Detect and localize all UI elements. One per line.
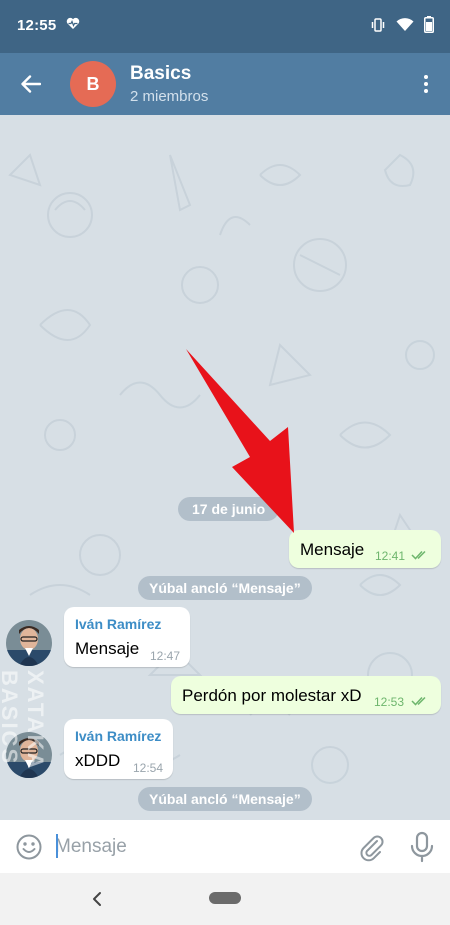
message-time: 12:53	[374, 695, 405, 709]
message-bubble-incoming[interactable]: Iván Ramírez Mensaje 12:47	[64, 607, 190, 667]
message-input[interactable]	[55, 830, 335, 863]
message-bubble-incoming[interactable]: Iván Ramírez xDDD 12:54	[64, 719, 173, 779]
text-caret	[56, 834, 58, 858]
service-message: Yúbal ancló “Mensaje”	[138, 787, 312, 811]
service-message: Yúbal ancló “Mensaje”	[138, 576, 312, 600]
chat-area[interactable]: 17 de junio Mensaje 12:41 Yúbal ancló “M…	[0, 115, 450, 820]
sender-name[interactable]: Iván Ramírez	[75, 728, 161, 744]
microphone-icon[interactable]	[407, 830, 437, 864]
message-bubble-outgoing[interactable]: Mensaje 12:41	[289, 530, 441, 568]
battery-icon	[424, 16, 434, 38]
message-time: 12:41	[375, 549, 406, 563]
member-count: 2 miembros	[130, 88, 209, 105]
message-text: Mensaje	[75, 639, 140, 658]
emoji-icon[interactable]	[14, 832, 44, 862]
message-text: xDDD	[75, 751, 121, 770]
message-time: 12:54	[133, 761, 164, 775]
read-checks-icon	[411, 696, 426, 706]
message-time: 12:47	[150, 649, 181, 663]
message-composer	[0, 820, 450, 873]
heart-pulse-icon	[66, 17, 80, 33]
more-options-button[interactable]	[412, 67, 440, 101]
sender-name[interactable]: Iván Ramírez	[75, 616, 161, 632]
user-photo	[6, 620, 52, 666]
paperclip-icon[interactable]	[356, 832, 386, 862]
back-button[interactable]	[14, 67, 48, 101]
vibrate-icon	[370, 17, 386, 38]
dot	[424, 82, 428, 86]
watermark-text: XATAKA BASICS	[0, 670, 48, 770]
status-icons	[370, 16, 434, 38]
home-pill-icon[interactable]	[209, 892, 241, 904]
annotation-arrow-icon	[186, 349, 294, 533]
group-avatar[interactable]: B	[70, 61, 116, 107]
nav-back-icon[interactable]	[86, 887, 108, 911]
arrow-left-icon	[21, 75, 41, 93]
chat-header: B Basics 2 miembros	[0, 53, 450, 115]
status-bar: 12:55	[0, 0, 450, 53]
dot	[424, 89, 428, 93]
dot	[424, 75, 428, 79]
read-checks-icon	[411, 550, 426, 560]
status-time: 12:55	[17, 17, 57, 34]
chat-title[interactable]: Basics	[130, 63, 191, 85]
wifi-icon	[396, 17, 414, 37]
user-avatar[interactable]	[6, 620, 52, 666]
message-text: Perdón por molestar xD	[182, 686, 362, 705]
message-bubble-outgoing[interactable]: Perdón por molestar xD 12:53	[171, 676, 441, 714]
system-navigation-bar	[0, 873, 450, 925]
